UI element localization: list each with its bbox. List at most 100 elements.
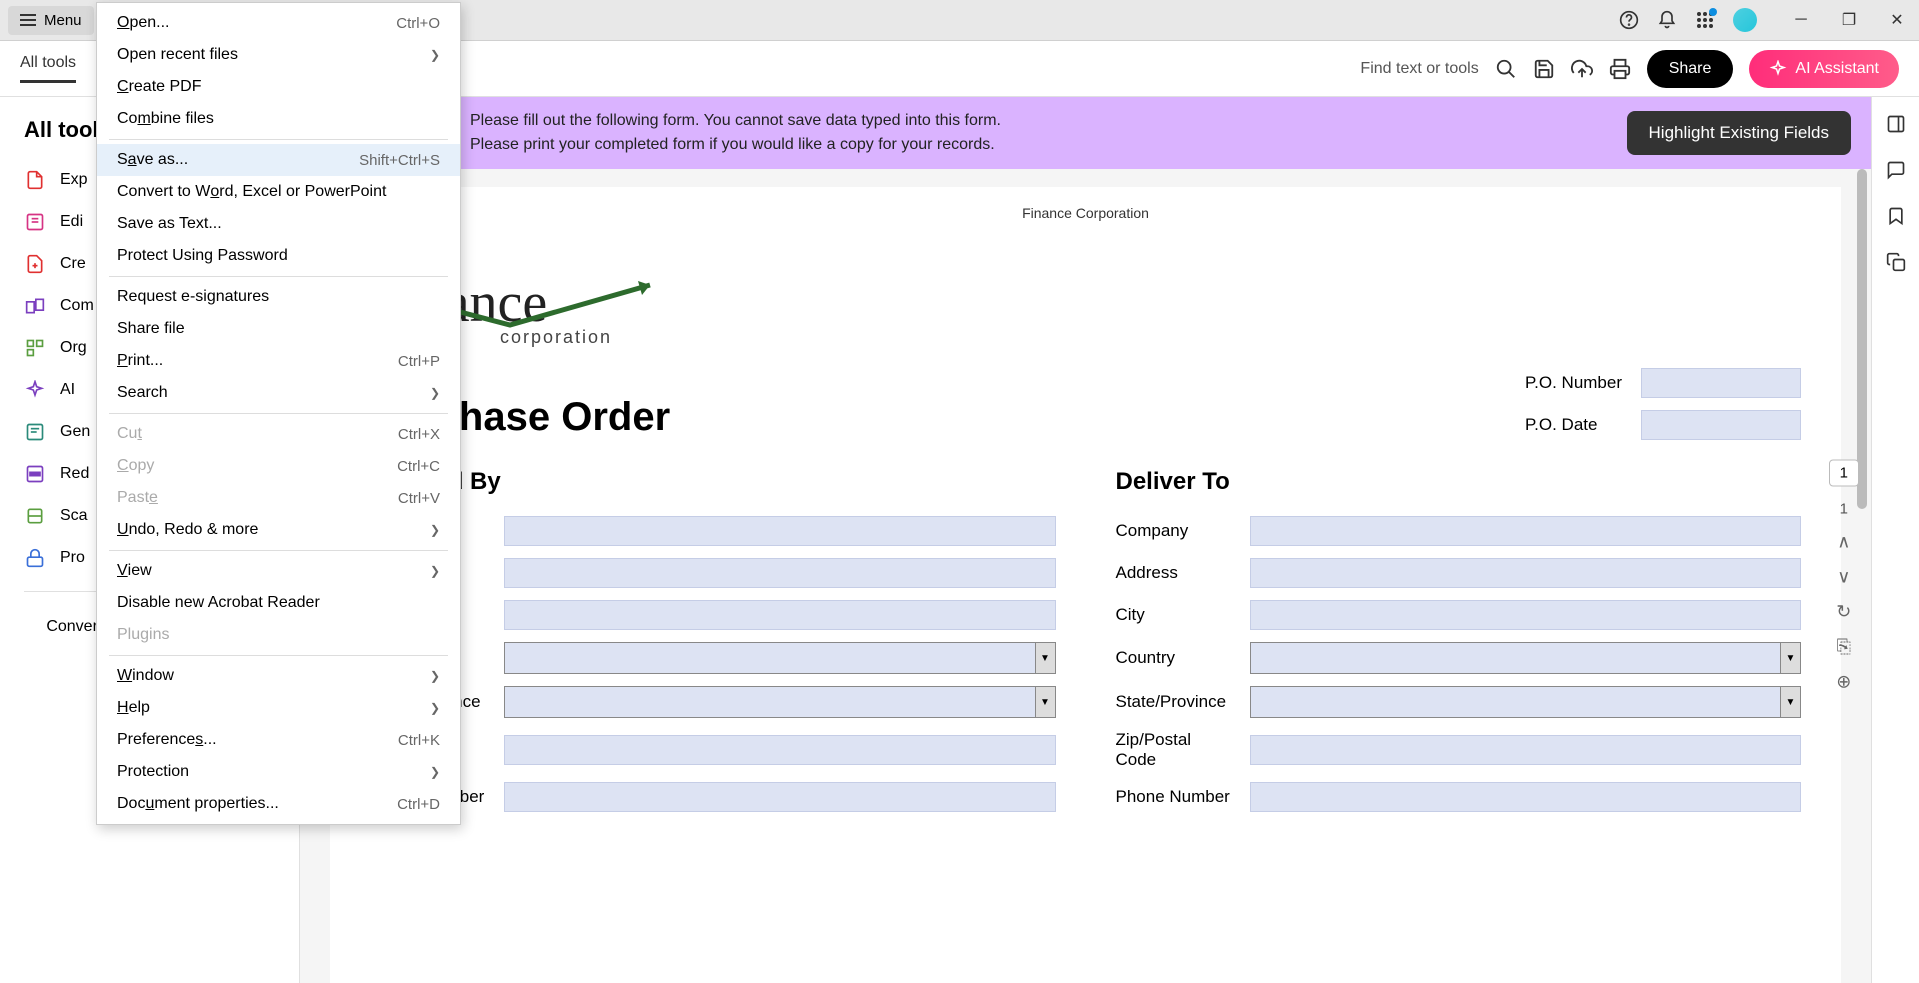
ob-state-select[interactable]: ▼ [504,686,1056,718]
bell-icon[interactable] [1657,10,1677,30]
po-date-label: P.O. Date [1525,415,1625,435]
ai-assistant-button[interactable]: AI Assistant [1749,50,1899,88]
menu-separator [109,413,448,414]
dt-zip-input[interactable] [1250,735,1802,765]
menu-shortcut: Ctrl+X [398,426,440,443]
sidebar-item-label: Com [60,297,94,315]
avatar[interactable] [1733,8,1757,32]
logo: Finance corporation [370,271,1801,348]
titlebar-right: ─ ❐ ✕ [1619,6,1911,34]
chevron-right-icon: ❯ [430,669,440,683]
search-icon[interactable] [1495,58,1517,80]
menu-item-protection[interactable]: Protection❯ [97,756,460,788]
page-number-input[interactable]: 1 [1829,460,1859,487]
po-date-input[interactable] [1641,410,1801,440]
ai-label: AI Assistant [1795,60,1879,78]
share-button[interactable]: Share [1647,50,1734,88]
chevron-down-icon: ▼ [1035,687,1055,717]
sidebar-item-label: Red [60,465,89,483]
ob-country-select[interactable]: ▼ [504,642,1056,674]
highlight-fields-button[interactable]: Highlight Existing Fields [1627,111,1851,155]
menu-item-combine-files[interactable]: Combine files [97,103,460,135]
maximize-button[interactable]: ❐ [1835,6,1863,34]
ob-address-input[interactable] [504,558,1056,588]
menu-item-share-file[interactable]: Share file [97,313,460,345]
ordered-by-title: Ordered By [370,468,1056,496]
menu-item-document-properties[interactable]: Document properties...Ctrl+D [97,788,460,820]
chevron-right-icon: ❯ [430,48,440,62]
chevron-right-icon: ❯ [430,386,440,400]
tab-all-tools[interactable]: All tools [20,54,76,83]
menu-item-window[interactable]: Window ❯ [97,660,460,692]
menu-item-save-as-text[interactable]: Save as Text... [97,208,460,240]
close-button[interactable]: ✕ [1883,6,1911,34]
comment-icon[interactable] [1885,159,1907,181]
dt-address-input[interactable] [1250,558,1802,588]
menu-item-label: Preferences... [117,731,217,749]
save-icon[interactable] [1533,58,1555,80]
menu-item-view[interactable]: View❯ [97,555,460,587]
apps-icon[interactable] [1695,10,1715,30]
bookmark-icon[interactable] [1885,205,1907,227]
window-controls: ─ ❐ ✕ [1787,6,1911,34]
menu-item-open-recent-files[interactable]: Open recent files❯ [97,39,460,71]
panel-toggle-icon[interactable] [1885,113,1907,135]
menu-item-label: Document properties... [117,795,279,813]
menu-item-convert-to-word-excel-or-powerpoint[interactable]: Convert to Word, Excel or PowerPoint [97,176,460,208]
menu-shortcut: Ctrl+O [396,15,440,32]
menu-item-open[interactable]: Open...Ctrl+O [97,7,460,39]
dt-country-select[interactable]: ▼ [1250,642,1802,674]
scan-icon [24,505,46,527]
menu-item-label: Disable new Acrobat Reader [117,594,320,612]
minimize-button[interactable]: ─ [1787,6,1815,34]
menu-item-label: Window [117,667,174,685]
page: Finance Corporation Finance corporation … [330,187,1841,983]
deliver-to-column: Deliver To Company Address City Country▼… [1116,468,1802,824]
menu-item-protect-using-password[interactable]: Protect Using Password [97,240,460,272]
menu-separator [109,655,448,656]
redact-icon [24,463,46,485]
print-icon[interactable] [1609,58,1631,80]
dt-city-input[interactable] [1250,600,1802,630]
help-icon[interactable] [1619,10,1639,30]
menu-item-request-e-signatures[interactable]: Request e-signatures [97,281,460,313]
menu-item-help[interactable]: Help❯ [97,692,460,724]
dt-state-select[interactable]: ▼ [1250,686,1802,718]
hamburger-icon [20,14,36,26]
menu-item-create-pdf[interactable]: Create PDF [97,71,460,103]
ai-icon [24,379,46,401]
copy-icon[interactable] [1885,251,1907,273]
logo-subtext: corporation [500,327,1801,348]
cloud-icon[interactable] [1571,58,1593,80]
page-down-button[interactable]: ∨ [1837,567,1850,588]
rotate-button[interactable]: ↻ [1836,602,1851,623]
fit-page-button[interactable]: ⎘ [1837,637,1851,658]
menu-button[interactable]: Menu [8,6,94,35]
deliver-to-title: Deliver To [1116,468,1802,496]
page-header: Finance Corporation [370,205,1801,221]
menu-item-disable-new-acrobat-reader[interactable]: Disable new Acrobat Reader [97,587,460,619]
ob-company-input[interactable] [504,516,1056,546]
organize-icon [24,337,46,359]
menu-item-save-as[interactable]: Save as...Shift+Ctrl+S [97,144,460,176]
dt-company-input[interactable] [1250,516,1802,546]
page-up-button[interactable]: ∧ [1837,532,1850,553]
ob-city-input[interactable] [504,600,1056,630]
po-fields: P.O. Number P.O. Date [1525,368,1801,440]
dt-phone-input[interactable] [1250,782,1802,812]
menu-item-undo-redo-more[interactable]: Undo, Redo & more❯ [97,514,460,546]
export-icon [24,169,46,191]
menu-item-preferences[interactable]: Preferences...Ctrl+K [97,724,460,756]
menu-item-print[interactable]: Print...Ctrl+P [97,345,460,377]
scrollbar-vertical[interactable] [1857,169,1867,509]
ob-zip-input[interactable] [504,735,1056,765]
ob-phone-input[interactable] [504,782,1056,812]
zoom-button[interactable]: ⊕ [1836,672,1851,693]
menu-item-search[interactable]: Search❯ [97,377,460,409]
po-number-input[interactable] [1641,368,1801,398]
sidebar-item-label: Gen [60,423,90,441]
search-placeholder[interactable]: Find text or tools [1360,60,1478,78]
po-header-section: Purchase Order P.O. Number P.O. Date [370,368,1801,440]
document-area[interactable]: Finance Corporation Finance corporation … [300,169,1871,983]
menu-item-label: Help [117,699,150,717]
